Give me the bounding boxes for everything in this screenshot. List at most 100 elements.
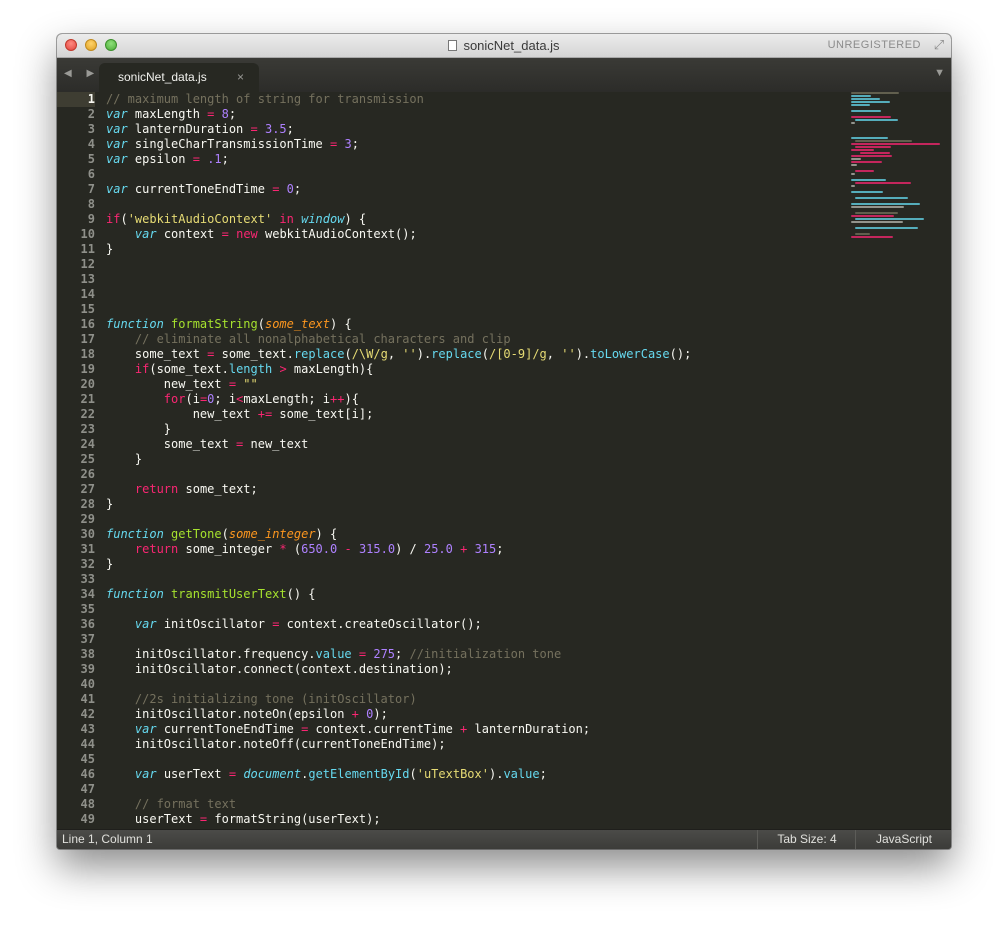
code-line[interactable]: new_text = "" [106, 377, 846, 392]
line-number: 43 [80, 722, 95, 736]
code-token: ; [286, 122, 294, 136]
code-editor[interactable]: 1 2 3 4 5 6 7 8 9 10 11 12 13 14 15 16 17 18 19 20 21 22 23 24 2… [57, 92, 951, 829]
code-line[interactable]: if(some_text.length > maxLength){ [106, 362, 846, 377]
code-token: ; i [214, 392, 237, 406]
minimap-line [855, 212, 898, 214]
code-token: + [351, 707, 359, 721]
code-line[interactable]: var context = new webkitAudioContext(); [106, 227, 846, 242]
code-line[interactable] [106, 752, 846, 767]
code-line[interactable]: } [106, 452, 846, 467]
document-icon [448, 40, 458, 51]
code-line[interactable]: var userText = document.getElementById('… [106, 767, 846, 782]
code-line[interactable]: initOscillator.noteOff(currentToneEndTim… [106, 737, 846, 752]
code-token: } [106, 242, 114, 256]
tab-size-selector[interactable]: Tab Size: 4 [757, 830, 856, 849]
code-line[interactable] [106, 467, 846, 482]
code-line[interactable]: } [106, 557, 846, 572]
code-line[interactable]: function getTone(some_integer) { [106, 527, 846, 542]
code-token: = [228, 377, 237, 391]
code-line[interactable]: return some_text; [106, 482, 846, 497]
code-line[interactable]: // format text [106, 797, 846, 812]
code-line[interactable]: function formatString(some_text) { [106, 317, 846, 332]
line-number: 21 [80, 392, 95, 406]
code-line[interactable]: // eliminate all nonalphabetical charact… [106, 332, 846, 347]
minimap-line [855, 140, 912, 142]
line-number: 29 [80, 512, 95, 526]
syntax-selector[interactable]: JavaScript [855, 830, 951, 849]
minimap-line [851, 104, 870, 106]
code-line[interactable]: var epsilon = .1; [106, 152, 846, 167]
code-area[interactable]: // maximum length of string for transmis… [106, 92, 846, 829]
minimap-line [851, 179, 886, 181]
code-line[interactable]: function transmitUserText() { [106, 587, 846, 602]
code-line[interactable]: return some_integer * (650.0 - 315.0) / … [106, 542, 846, 557]
line-number: 14 [80, 287, 95, 301]
code-line[interactable]: userText = formatString(userText); [106, 812, 846, 827]
code-line[interactable]: // maximum length of string for transmis… [106, 92, 846, 107]
code-line[interactable]: var maxLength = 8; [106, 107, 846, 122]
code-token: formatString [171, 317, 258, 331]
code-line[interactable]: } [106, 422, 846, 437]
minimap[interactable] [851, 92, 943, 829]
code-line[interactable] [106, 602, 846, 617]
code-line[interactable]: initOscillator.noteOn(epsilon + 0); [106, 707, 846, 722]
code-line[interactable]: //2s initializing tone (initOscillator) [106, 692, 846, 707]
code-line[interactable]: } [106, 497, 846, 512]
code-line[interactable] [106, 197, 846, 212]
code-line[interactable] [106, 782, 846, 797]
code-line[interactable] [106, 257, 846, 272]
code-token: in [279, 212, 294, 226]
code-line[interactable]: if('webkitAudioContext' in window) { [106, 212, 846, 227]
code-line[interactable]: for(i=0; i<maxLength; i++){ [106, 392, 846, 407]
code-line[interactable]: some_text = new_text [106, 437, 846, 452]
code-line[interactable]: initOscillator.frequency.value = 275; //… [106, 647, 846, 662]
code-token: ( [286, 542, 302, 556]
code-token: = [221, 227, 229, 241]
code-token: ; [539, 767, 547, 781]
code-line[interactable] [106, 272, 846, 287]
code-line[interactable] [106, 287, 846, 302]
code-token: - [344, 542, 352, 556]
code-line[interactable] [106, 572, 846, 587]
line-number: 37 [80, 632, 95, 646]
code-line[interactable]: var currentToneEndTime = context.current… [106, 722, 846, 737]
line-number: 4 [87, 137, 95, 151]
code-line[interactable] [106, 167, 846, 182]
code-token: 'webkitAudioContext' [127, 212, 273, 226]
minimap-line [855, 218, 924, 220]
code-line[interactable] [106, 302, 846, 317]
title-bar[interactable]: sonicNet_data.js UNREGISTERED ⤢ [57, 34, 951, 58]
code-token: currentToneEndTime [156, 722, 302, 736]
line-number: 40 [80, 677, 95, 691]
code-line[interactable]: } [106, 242, 846, 257]
code-line[interactable] [106, 677, 846, 692]
code-token: lanternDuration; [467, 722, 591, 736]
minimap-line [851, 203, 920, 205]
tab-overflow-menu-icon[interactable]: ▼ [934, 58, 945, 88]
tab-close-icon[interactable]: × [237, 63, 244, 91]
code-line[interactable]: var singleCharTransmissionTime = 3; [106, 137, 846, 152]
code-token: '' [402, 347, 417, 361]
fullscreen-icon[interactable]: ⤢ [932, 38, 946, 52]
tab-sonicnet-data-js[interactable]: sonicNet_data.js × [99, 63, 259, 92]
code-token: some_text[i]; [272, 407, 374, 421]
line-number: 33 [80, 572, 95, 586]
tab-bar: ◀ ▶ sonicNet_data.js × ▼ [57, 58, 951, 92]
line-number: 49 [80, 812, 95, 826]
code-line[interactable] [106, 512, 846, 527]
code-line[interactable]: var initOscillator = context.createOscil… [106, 617, 846, 632]
code-line[interactable]: some_text = some_text.replace(/\W/g, '')… [106, 347, 846, 362]
code-line[interactable]: var lanternDuration = 3.5; [106, 122, 846, 137]
line-number: 17 [80, 332, 95, 346]
code-line[interactable]: var currentToneEndTime = 0; [106, 182, 846, 197]
code-token: } [106, 497, 114, 511]
line-number: 1 [57, 92, 95, 107]
code-line[interactable]: initOscillator.connect(context.destinati… [106, 662, 846, 677]
code-token: webkitAudioContext(); [257, 227, 417, 241]
code-line[interactable] [106, 632, 846, 647]
code-line[interactable]: new_text += some_text[i]; [106, 407, 846, 422]
tab-navigation-arrows[interactable]: ◀ ▶ [64, 58, 100, 90]
